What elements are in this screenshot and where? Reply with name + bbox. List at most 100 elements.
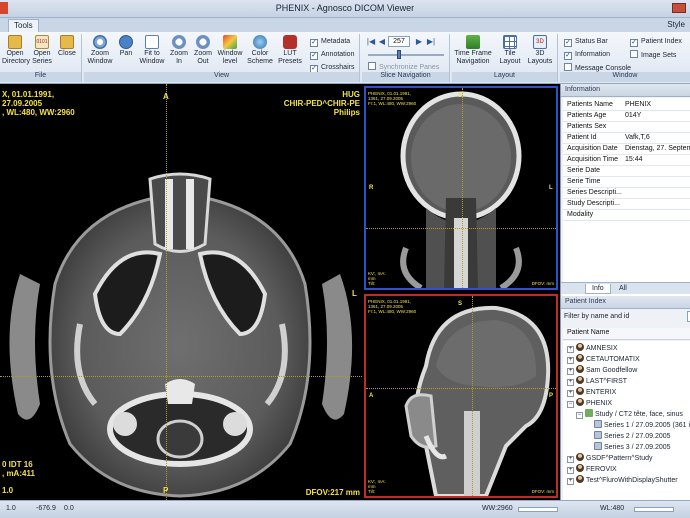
- wl-slider[interactable]: [634, 507, 674, 512]
- tab-all[interactable]: All: [613, 284, 633, 294]
- coronal-dfov: DFOV: mm: [531, 281, 554, 286]
- ww-slider[interactable]: [518, 507, 558, 512]
- status-bar-checkbox[interactable]: ✓ Status Bar: [564, 37, 608, 47]
- axial-orient-right: L: [352, 289, 357, 298]
- time-frame-navigation-button[interactable]: Time Frame Navigation: [454, 35, 492, 66]
- window-group-label: Window: [560, 72, 690, 82]
- slice-slider-track[interactable]: [368, 54, 444, 56]
- tile-layout-button[interactable]: Tile Layout: [496, 35, 524, 66]
- tree-node-label: Series 3 / 27.09.2005: [604, 444, 671, 451]
- sagittal-orient-right: P: [549, 393, 554, 399]
- axial-ma: , mA:411: [2, 469, 35, 478]
- tab-tools[interactable]: Tools: [8, 19, 39, 32]
- tree-node[interactable]: − Study / CT2 tête, face, sinus: [576, 409, 683, 420]
- expand-icon[interactable]: +: [567, 456, 574, 463]
- slice-number-input[interactable]: 257: [388, 36, 410, 47]
- title-bar: PHENIX - Agnosco DICOM Viewer: [0, 0, 690, 18]
- metadata-checkbox[interactable]: ✓ Metadata: [310, 37, 350, 47]
- expand-icon[interactable]: +: [567, 357, 574, 364]
- coronal-viewport[interactable]: PHENIX, 01.01.1991, 1361, 27.09.2005 Fr:…: [364, 86, 558, 290]
- axial-viewport[interactable]: X, 01.01.1991, 27.09.2005 , WL:480, WW:2…: [0, 84, 362, 500]
- coronal-tilt: Tilt:: [368, 281, 376, 286]
- next-slice-icon[interactable]: ▶: [414, 37, 424, 47]
- collapse-icon[interactable]: −: [576, 412, 583, 419]
- info-value: Dienstag, 27. Septem: [625, 145, 690, 152]
- pan-label: Pan: [119, 50, 133, 57]
- zoom-window-label: Zoom Window: [87, 50, 113, 65]
- sagittal-tilt: Tilt:: [368, 489, 376, 494]
- tree-node[interactable]: + ENTERIX: [567, 387, 616, 398]
- expand-icon[interactable]: +: [567, 467, 574, 474]
- message-console-label: Message Console: [575, 65, 632, 72]
- zoom-out-icon: [196, 35, 210, 49]
- zoom-out-button[interactable]: Zoom Out: [192, 35, 214, 66]
- info-key: Patients Name: [567, 101, 613, 108]
- tree-node[interactable]: + LAST^FIRST: [567, 376, 627, 387]
- tree-node[interactable]: + CETAUTOMATIX: [567, 354, 640, 365]
- sagittal-window-level: Fr:1, WL:480, WW:2960: [368, 309, 417, 314]
- sagittal-viewport[interactable]: PHENIX, 01.01.1991, 1361, 27.09.2005 Fr:…: [364, 294, 558, 498]
- expand-icon[interactable]: +: [567, 368, 574, 375]
- sagittal-crosshair-horizontal: [366, 388, 556, 389]
- patient-index-panel-title: Patient Index: [561, 296, 690, 309]
- last-slice-icon[interactable]: ▶|: [426, 37, 436, 47]
- axial-study-date: 27.09.2005: [2, 99, 43, 108]
- person-icon: [576, 343, 584, 351]
- patient-name-column-header[interactable]: Patient Name: [563, 328, 690, 340]
- fit-to-window-button[interactable]: Fit to Window: [138, 35, 166, 66]
- expand-icon[interactable]: +: [567, 390, 574, 397]
- zoom-in-button[interactable]: Zoom In: [168, 35, 190, 66]
- info-value: 014Y: [625, 112, 642, 119]
- window-level-button[interactable]: Window level: [216, 35, 244, 66]
- close-button[interactable]: Close: [56, 35, 78, 58]
- 3d-layouts-button[interactable]: 3D 3D Layouts: [526, 35, 554, 66]
- expand-icon[interactable]: +: [567, 379, 574, 386]
- pan-button[interactable]: Pan: [116, 35, 136, 58]
- tree-node[interactable]: + AMNESIX: [567, 343, 618, 354]
- collapse-icon[interactable]: −: [567, 401, 574, 408]
- patient-index-check-icon: ✓: [630, 39, 638, 47]
- open-directory-button[interactable]: Open Directory: [2, 35, 30, 66]
- metadata-check-icon: ✓: [310, 39, 318, 47]
- ribbon-tabs: Tools Style: [0, 18, 690, 32]
- information-checkbox[interactable]: ✓ Information: [564, 50, 610, 60]
- color-scheme-button[interactable]: Color Scheme: [246, 35, 274, 66]
- tree-node[interactable]: Series 3 / 27.09.2005: [585, 442, 671, 453]
- annotation-checkbox[interactable]: ✓ Annotation: [310, 50, 354, 60]
- slice-slider-thumb[interactable]: [396, 50, 401, 59]
- coronal-orient-right: L: [549, 185, 553, 191]
- prev-slice-icon[interactable]: ◀: [377, 37, 387, 47]
- 3d-layout-icon: 3D: [533, 35, 547, 49]
- message-console-check-icon: [564, 63, 572, 71]
- image-sets-checkbox[interactable]: Image Sets: [630, 50, 676, 60]
- window-close-button[interactable]: [672, 3, 686, 13]
- synchronize-panes-checkbox[interactable]: Synchronize Panes: [368, 62, 439, 72]
- tree-node[interactable]: − PHENIX: [567, 398, 612, 409]
- time-frame-icon: [466, 35, 480, 49]
- tab-info[interactable]: Info: [585, 284, 611, 294]
- tile-layout-icon: [503, 35, 517, 49]
- tree-node[interactable]: + GSDF^Pattern^Study: [567, 453, 652, 464]
- tree-node[interactable]: Series 2 / 27.09.2005: [585, 431, 671, 442]
- info-key: Modality: [567, 211, 594, 218]
- axial-crosshair-vertical: [166, 84, 167, 500]
- zoom-window-button[interactable]: Zoom Window: [86, 35, 114, 66]
- tree-node[interactable]: + Sam Goodfellow: [567, 365, 637, 376]
- open-series-button[interactable]: 0101 Open Series: [30, 35, 54, 66]
- tree-node[interactable]: + Test^FluroWithDisplayShutter: [567, 475, 678, 486]
- lut-presets-button[interactable]: LUT Presets: [276, 35, 304, 66]
- tree-node[interactable]: + FEROVIX: [567, 464, 617, 475]
- tab-style[interactable]: Style: [662, 19, 690, 32]
- tile-layout-label: Tile Layout: [499, 50, 521, 65]
- series-icon: [594, 431, 602, 439]
- patient-index-checkbox[interactable]: ✓ Patient Index: [630, 37, 682, 47]
- expand-icon[interactable]: +: [567, 478, 574, 485]
- window-group: ✓ Status Bar ✓ Patient Index ✓ Information …: [560, 34, 690, 82]
- tree-node-label: PHENIX: [586, 400, 613, 407]
- tree-node[interactable]: Series 1 / 27.09.2005 (361 imag: [585, 420, 690, 431]
- first-slice-icon[interactable]: |◀: [366, 37, 376, 47]
- info-row: Serie Time: [563, 177, 690, 188]
- information-check-icon: ✓: [564, 52, 572, 60]
- expand-icon[interactable]: +: [567, 346, 574, 353]
- file-group-label: File: [0, 72, 81, 82]
